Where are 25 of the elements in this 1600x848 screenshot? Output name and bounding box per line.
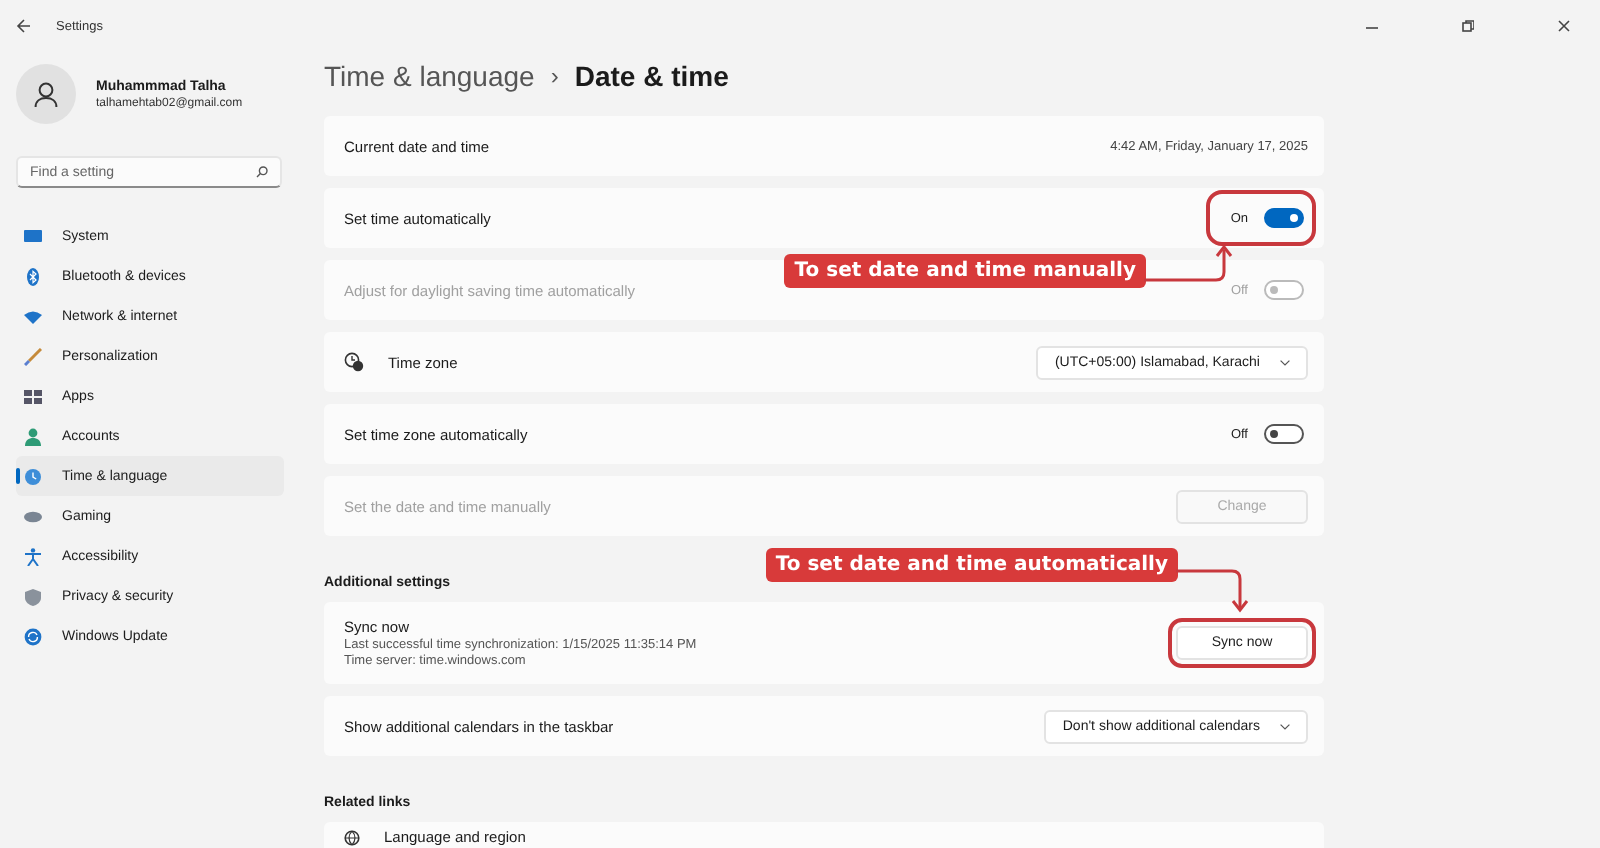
person-icon [34, 81, 58, 107]
person-icon [24, 427, 42, 445]
wifi-icon [24, 307, 42, 325]
search-icon [256, 166, 268, 178]
apps-icon [24, 387, 42, 405]
bluetooth-icon [24, 267, 42, 285]
brush-icon [24, 347, 42, 365]
toggle-switch[interactable] [1264, 208, 1304, 228]
chevron-down-icon [1280, 359, 1290, 365]
shield-icon [24, 587, 42, 605]
close-icon[interactable] [1558, 20, 1570, 32]
callout-label: To set date and time manually [784, 254, 1146, 288]
accessibility-icon [24, 547, 42, 565]
page-title: Date & time [574, 60, 729, 92]
callout-label: To set date and time automatically [765, 548, 1178, 582]
back-icon[interactable] [16, 18, 32, 34]
globe-icon [344, 829, 360, 845]
monitor-icon [24, 227, 42, 245]
breadcrumb-separator: › [550, 62, 559, 90]
toggle-switch[interactable] [1264, 424, 1304, 444]
refresh-icon [24, 627, 42, 645]
restore-icon[interactable] [1462, 20, 1474, 32]
breadcrumb-link[interactable]: Time & language [324, 60, 535, 92]
chevron-down-icon [1280, 723, 1290, 729]
globe-clock-icon [24, 467, 42, 485]
